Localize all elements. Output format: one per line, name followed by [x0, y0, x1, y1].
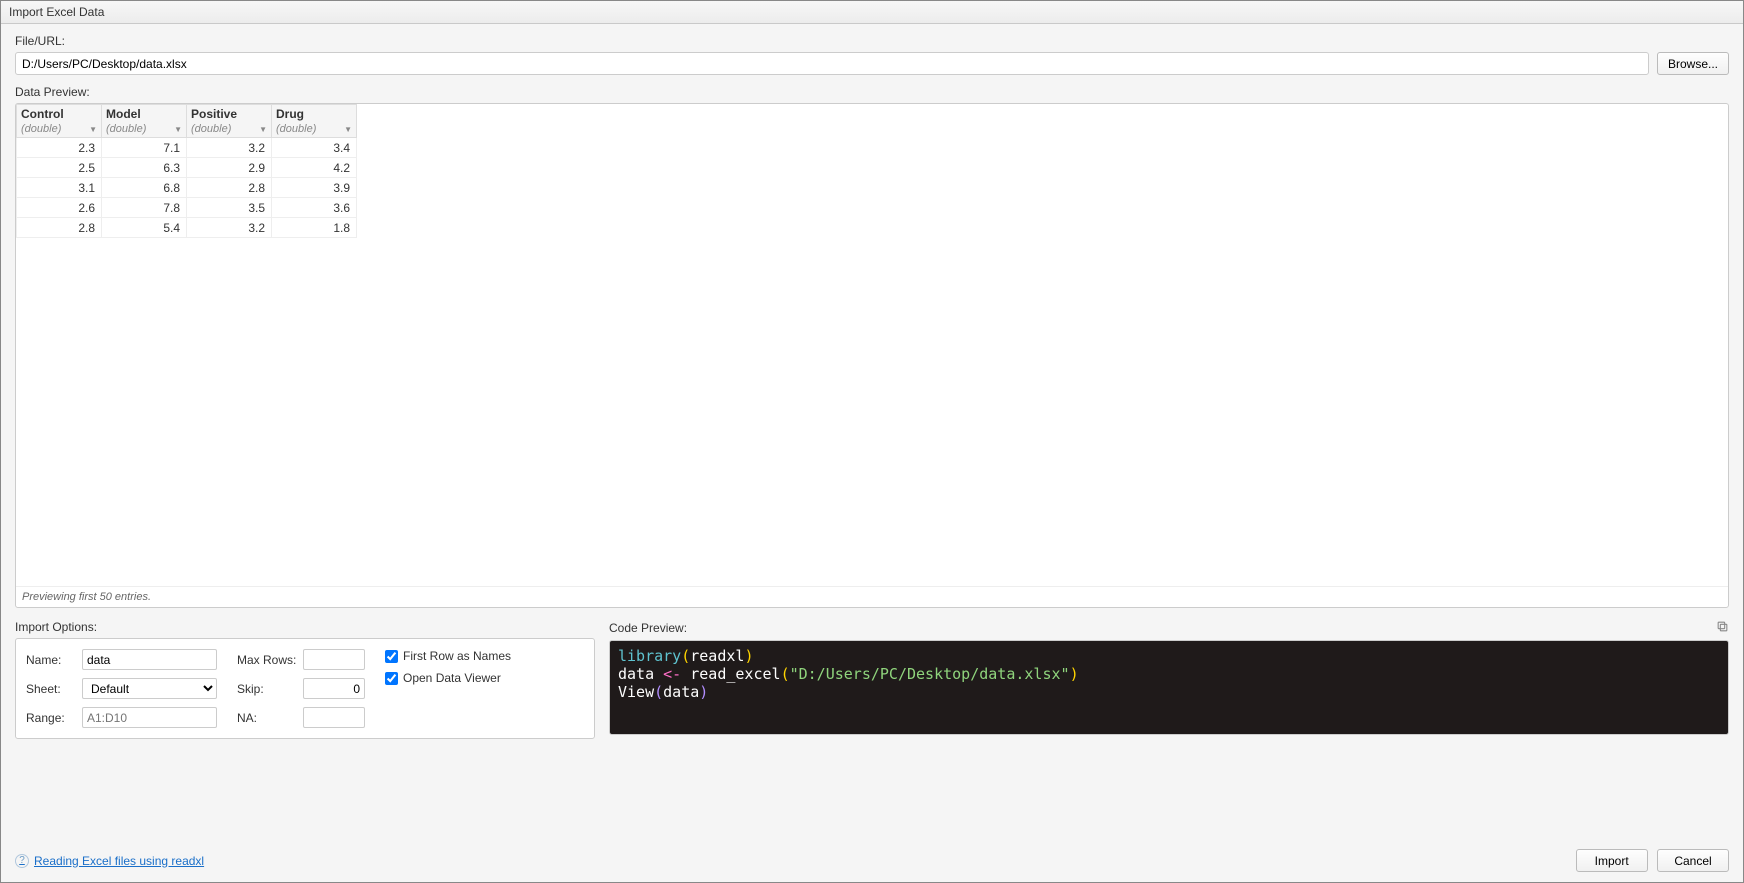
data-table: Control(double)▼Model(double)▼Positive(d…	[16, 104, 357, 238]
chevron-down-icon[interactable]: ▼	[174, 125, 182, 134]
name-input[interactable]	[82, 649, 217, 670]
table-cell: 6.3	[102, 158, 187, 178]
maxrows-label: Max Rows:	[237, 653, 297, 667]
table-cell: 4.2	[272, 158, 357, 178]
table-cell: 3.6	[272, 198, 357, 218]
maxrows-input[interactable]	[303, 649, 365, 670]
cancel-button[interactable]: Cancel	[1657, 849, 1729, 872]
open-viewer-checkbox[interactable]: Open Data Viewer	[385, 671, 511, 685]
copy-icon[interactable]	[1716, 620, 1729, 636]
table-cell: 2.9	[187, 158, 272, 178]
name-label: Name:	[26, 653, 76, 667]
skip-label: Skip:	[237, 682, 297, 696]
table-cell: 2.8	[187, 178, 272, 198]
data-preview-box: Control(double)▼Model(double)▼Positive(d…	[15, 103, 1729, 608]
table-cell: 3.2	[187, 138, 272, 158]
preview-status: Previewing first 50 entries.	[16, 586, 1728, 607]
first-row-checkbox[interactable]: First Row as Names	[385, 649, 511, 663]
skip-input[interactable]	[303, 678, 365, 699]
table-cell: 3.4	[272, 138, 357, 158]
col-header-control[interactable]: Control(double)▼	[17, 105, 102, 138]
table-row[interactable]: 2.37.13.23.4	[17, 138, 357, 158]
table-cell: 3.1	[17, 178, 102, 198]
table-cell: 1.8	[272, 218, 357, 238]
table-row[interactable]: 3.16.82.83.9	[17, 178, 357, 198]
na-label: NA:	[237, 711, 297, 725]
import-options-label: Import Options:	[15, 620, 595, 634]
table-cell: 6.8	[102, 178, 187, 198]
file-url-label: File/URL:	[15, 34, 1729, 48]
table-row[interactable]: 2.56.32.94.2	[17, 158, 357, 178]
na-input[interactable]	[303, 707, 365, 728]
table-cell: 3.2	[187, 218, 272, 238]
chevron-down-icon[interactable]: ▼	[89, 125, 97, 134]
range-label: Range:	[26, 711, 76, 725]
first-row-checkbox-input[interactable]	[385, 650, 398, 663]
chevron-down-icon[interactable]: ▼	[259, 125, 267, 134]
open-viewer-checkbox-input[interactable]	[385, 672, 398, 685]
table-cell: 5.4	[102, 218, 187, 238]
chevron-down-icon[interactable]: ▼	[344, 125, 352, 134]
code-preview-box[interactable]: library(readxl) data <- read_excel("D:/U…	[609, 640, 1729, 735]
first-row-label: First Row as Names	[403, 649, 511, 663]
col-header-model[interactable]: Model(double)▼	[102, 105, 187, 138]
table-cell: 3.9	[272, 178, 357, 198]
table-cell: 7.8	[102, 198, 187, 218]
help-icon: ?	[15, 854, 29, 868]
sheet-label: Sheet:	[26, 682, 76, 696]
window-title: Import Excel Data	[1, 1, 1743, 24]
table-row[interactable]: 2.67.83.53.6	[17, 198, 357, 218]
table-cell: 2.8	[17, 218, 102, 238]
table-cell: 2.3	[17, 138, 102, 158]
file-path-input[interactable]	[15, 52, 1649, 75]
col-header-positive[interactable]: Positive(double)▼	[187, 105, 272, 138]
range-input[interactable]	[82, 707, 217, 728]
table-cell: 2.6	[17, 198, 102, 218]
col-header-drug[interactable]: Drug(double)▼	[272, 105, 357, 138]
table-cell: 7.1	[102, 138, 187, 158]
import-button[interactable]: Import	[1576, 849, 1648, 872]
help-link-text: Reading Excel files using readxl	[34, 854, 204, 868]
help-link[interactable]: ? Reading Excel files using readxl	[15, 854, 204, 868]
table-cell: 3.5	[187, 198, 272, 218]
open-viewer-label: Open Data Viewer	[403, 671, 501, 685]
data-preview-label: Data Preview:	[15, 85, 1729, 99]
table-row[interactable]: 2.85.43.21.8	[17, 218, 357, 238]
sheet-select[interactable]: Default	[82, 678, 217, 699]
table-cell: 2.5	[17, 158, 102, 178]
code-preview-label: Code Preview:	[609, 621, 687, 635]
browse-button[interactable]: Browse...	[1657, 52, 1729, 75]
